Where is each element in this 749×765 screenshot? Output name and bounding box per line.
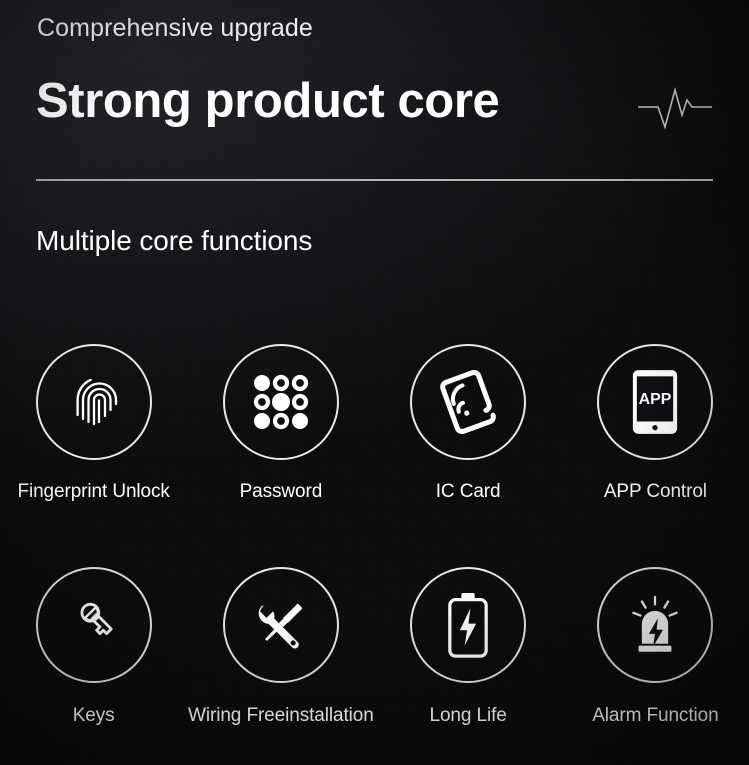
icon-circle: APP — [597, 344, 714, 460]
icon-circle — [35, 567, 152, 683]
alarm-siren-icon — [624, 594, 686, 656]
icon-circle — [410, 344, 527, 460]
key-icon — [64, 595, 124, 655]
fingerprint-icon — [62, 370, 126, 434]
ic-card-nfc-icon — [434, 368, 502, 436]
feature-label: Password — [239, 481, 323, 502]
feature-row: Fingerprint Unlock Password IC Card APP … — [0, 330, 749, 555]
icon-circle — [222, 344, 339, 460]
feature-fingerprint-unlock[interactable]: Fingerprint Unlock — [0, 330, 187, 555]
feature-label: IC Card — [435, 481, 501, 502]
feature-grid: Fingerprint Unlock Password IC Card APP … — [0, 330, 749, 727]
battery-bolt-icon — [446, 592, 490, 659]
header-divider — [36, 179, 713, 181]
feature-long-life[interactable]: Long Life — [375, 555, 562, 727]
feature-label: Keys — [72, 705, 115, 726]
feature-label: Wiring Freeinstallation — [188, 705, 374, 726]
icon-circle — [35, 344, 152, 460]
feature-row: Keys Wiring Freeinstallation Long Life A… — [0, 555, 749, 727]
feature-label: Alarm Function — [592, 705, 719, 726]
feature-wiring-free-installation[interactable]: Wiring Freeinstallation — [187, 555, 374, 727]
feature-password[interactable]: Password — [187, 330, 374, 555]
smartphone-app-icon: APP — [632, 369, 678, 435]
section-heading: Multiple core functions — [36, 225, 313, 256]
feature-keys[interactable]: Keys — [0, 555, 187, 727]
icon-circle — [410, 567, 527, 683]
feature-ic-card[interactable]: IC Card — [375, 330, 562, 555]
feature-label: Long Life — [429, 705, 507, 726]
icon-circle — [597, 567, 714, 683]
keypad-dots-icon — [250, 371, 312, 433]
heartbeat-pulse-icon — [637, 84, 713, 132]
wrench-screwdriver-icon — [250, 594, 312, 656]
feature-app-control[interactable]: APP APP Control — [562, 330, 749, 555]
app-screen-text: APP — [639, 391, 672, 408]
eyebrow-text: Comprehensive upgrade — [37, 14, 313, 42]
feature-poster: Comprehensive upgrade Strong product cor… — [0, 0, 749, 765]
feature-label: Fingerprint Unlock — [17, 481, 170, 502]
feature-alarm-function[interactable]: Alarm Function — [562, 555, 749, 727]
feature-label: APP Control — [603, 481, 707, 502]
icon-circle — [222, 567, 339, 683]
page-title: Strong product core — [36, 74, 500, 128]
